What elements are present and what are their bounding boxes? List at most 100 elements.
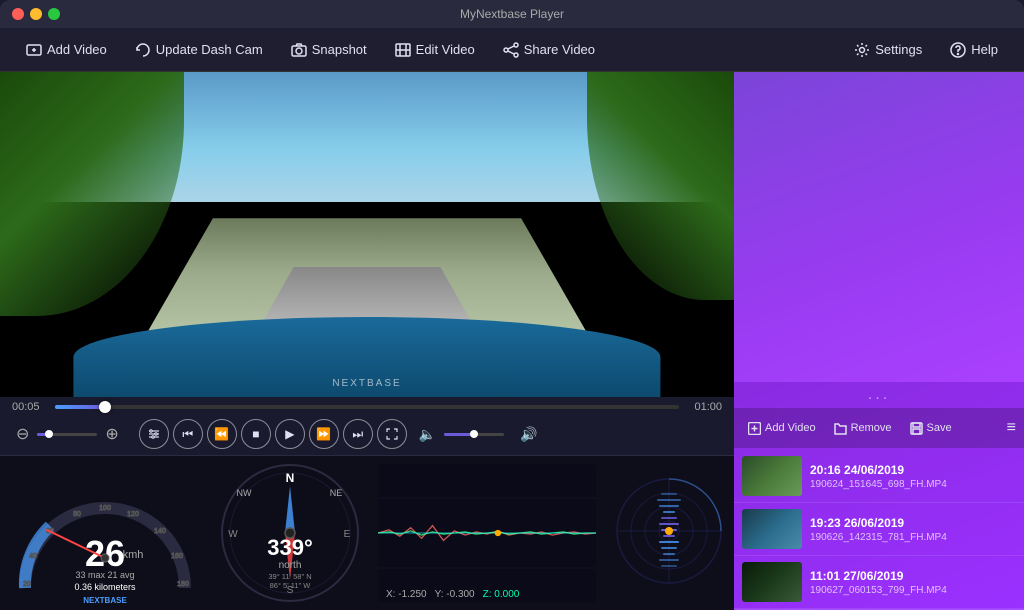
playlist-info-0: 20:16 24/06/2019 190624_151645_698_FH.MP…	[810, 463, 1016, 490]
compass-panel: N S W E NW NE 339° north 39° 11' 58" N 8…	[210, 456, 370, 610]
svg-text:86° 5' 11" W: 86° 5' 11" W	[270, 581, 312, 590]
toolbar: Add Video Update Dash Cam Snapshot Edit …	[0, 28, 1024, 72]
playlist-items[interactable]: 20:16 24/06/2019 190624_151645_698_FH.MP…	[734, 448, 1024, 610]
edit-video-button[interactable]: Edit Video	[385, 37, 485, 63]
fullscreen-button[interactable]	[377, 419, 407, 449]
svg-text:120: 120	[127, 511, 139, 518]
close-button[interactable]	[12, 8, 24, 20]
svg-text:80: 80	[73, 511, 81, 518]
svg-text:north: north	[279, 560, 302, 571]
progress-fill	[55, 405, 105, 409]
svg-text:100: 100	[99, 505, 111, 512]
dots-indicator: ...	[734, 382, 1024, 408]
svg-text:339°: 339°	[267, 535, 313, 560]
playlist-filename-2: 190627_060153_799_FH.MP4	[810, 585, 1016, 596]
svg-text:39° 11' 58" N: 39° 11' 58" N	[268, 572, 311, 581]
playlist-time-0: 20:16 24/06/2019	[810, 463, 1016, 477]
minimize-button[interactable]	[30, 8, 42, 20]
playlist-thumb-0	[742, 456, 802, 496]
data-panels: 20 40 60 80 100 120 140 160 180 26 kmh 3…	[0, 455, 734, 610]
stop-button[interactable]: ■	[241, 419, 271, 449]
skip-back-start-button[interactable]: ⏮	[173, 419, 203, 449]
video-frame: NEXTBASE	[0, 72, 734, 397]
update-dash-cam-button[interactable]: Update Dash Cam	[125, 37, 273, 63]
settings-button[interactable]: Settings	[844, 37, 932, 63]
volume-thumb[interactable]	[470, 430, 478, 438]
video-area[interactable]: NEXTBASE	[0, 72, 734, 397]
playlist-menu-button[interactable]: ≡	[1007, 419, 1016, 437]
share-icon	[503, 42, 519, 58]
edit-video-icon	[395, 42, 411, 58]
playlist-info-2: 11:01 27/06/2019 190627_060153_799_FH.MP…	[810, 569, 1016, 596]
toolbar-right: Settings Help	[844, 37, 1008, 63]
snapshot-button[interactable]: Snapshot	[281, 37, 377, 63]
settings-icon	[854, 42, 870, 58]
compass-svg: N S W E NW NE 339° north 39° 11' 58" N 8…	[215, 458, 365, 608]
svg-text:NW: NW	[237, 488, 252, 498]
skip-forward-end-button[interactable]: ⏭	[343, 419, 373, 449]
update-icon	[135, 42, 151, 58]
video-watermark: NEXTBASE	[332, 378, 401, 389]
gforce-svg	[609, 463, 729, 603]
left-panel: NEXTBASE 00:05 01:00 ⊖ ⊕	[0, 72, 734, 610]
graph-panel: X: -1.250 Y: -0.300 Z: 0.000	[370, 456, 604, 610]
right-top-area	[734, 72, 1024, 382]
main-content: NEXTBASE 00:05 01:00 ⊖ ⊕	[0, 72, 1024, 610]
window-controls	[12, 8, 60, 20]
maximize-button[interactable]	[48, 8, 60, 20]
playlist-remove-button[interactable]: Remove	[828, 419, 898, 438]
graph-labels: X: -1.250 Y: -0.300 Z: 0.000	[386, 589, 519, 600]
current-time: 00:05	[12, 401, 47, 413]
playlist-item[interactable]: 20:16 24/06/2019 190624_151645_698_FH.MP…	[734, 450, 1024, 503]
svg-text:160: 160	[171, 553, 183, 560]
zoom-track[interactable]	[37, 433, 97, 436]
zoom-in-button[interactable]: ⊕	[101, 424, 122, 444]
svg-text:NEXTBASE: NEXTBASE	[83, 596, 127, 605]
step-forward-button[interactable]: ⏩	[309, 419, 339, 449]
camera-icon	[291, 42, 307, 58]
help-button[interactable]: Help	[940, 37, 1008, 63]
settings-ctrl-button[interactable]	[139, 419, 169, 449]
save-icon	[910, 422, 923, 435]
svg-text:kmh: kmh	[123, 549, 144, 561]
graph-x-label: X: -1.250	[386, 589, 427, 600]
progress-bar-container: 00:05 01:00	[12, 401, 722, 413]
svg-text:20: 20	[23, 581, 31, 588]
volume-track[interactable]	[444, 433, 504, 436]
titlebar: MyNextbase Player	[0, 0, 1024, 28]
progress-thumb[interactable]	[99, 401, 111, 413]
svg-text:N: N	[286, 471, 295, 485]
svg-text:33 max 21 avg: 33 max 21 avg	[75, 570, 134, 580]
graph-y-label: Y: -0.300	[435, 589, 475, 600]
right-panel: ... Add Video Remove	[734, 72, 1024, 610]
graph-z-label: Z: 0.000	[483, 589, 520, 600]
svg-text:E: E	[344, 529, 351, 540]
playlist-thumb-2	[742, 562, 802, 602]
step-back-button[interactable]: ⏪	[207, 419, 237, 449]
playlist-save-button[interactable]: Save	[904, 419, 958, 438]
playlist-toolbar: Add Video Remove Save ≡	[734, 408, 1024, 448]
playlist-info-1: 19:23 26/06/2019 190626_142315_781_FH.MP…	[810, 516, 1016, 543]
share-video-button[interactable]: Share Video	[493, 37, 605, 63]
accelerometer-graph	[378, 464, 596, 602]
playlist-time-2: 11:01 27/06/2019	[810, 569, 1016, 583]
progress-track[interactable]	[55, 405, 679, 409]
app-title: MyNextbase Player	[460, 7, 564, 21]
playlist-add-video-button[interactable]: Add Video	[742, 419, 822, 438]
svg-text:W: W	[228, 529, 238, 540]
fullscreen-icon	[386, 428, 398, 440]
svg-text:140: 140	[154, 528, 166, 535]
zoom-out-button[interactable]: ⊖	[12, 424, 33, 444]
playlist-item[interactable]: 11:01 27/06/2019 190627_060153_799_FH.MP…	[734, 556, 1024, 609]
volume-icon: 🔈	[419, 426, 436, 443]
play-button[interactable]: ▶	[275, 419, 305, 449]
playlist-add-icon	[748, 422, 761, 435]
playlist-time-1: 19:23 26/06/2019	[810, 516, 1016, 530]
help-icon	[950, 42, 966, 58]
playlist-filename-1: 190626_142315_781_FH.MP4	[810, 532, 1016, 543]
add-video-button[interactable]: Add Video	[16, 37, 117, 63]
playlist-item[interactable]: 19:23 26/06/2019 190626_142315_781_FH.MP…	[734, 503, 1024, 556]
zoom-thumb[interactable]	[45, 430, 53, 438]
speedometer-panel: 20 40 60 80 100 120 140 160 180 26 kmh 3…	[0, 456, 210, 610]
svg-text:180: 180	[177, 581, 189, 588]
